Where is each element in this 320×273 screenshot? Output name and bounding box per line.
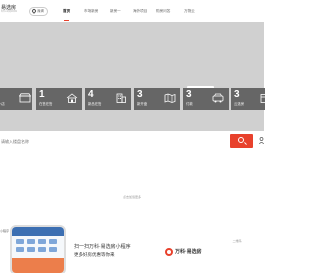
miniprogram-promo: 小程序 扫一扫万科·易选房小程序 更多好房优惠等你来 万科·易选房 二维码 [0,223,264,273]
phone-header-bar [12,227,64,236]
phone-app-tile [16,239,24,244]
calendar-icon [260,94,272,103]
stat-tile[interactable]: 3 云选房 [231,88,272,110]
phone-banner-strip [12,258,64,273]
logo-tagline: 有安心的选房体验 [1,11,18,13]
search-input[interactable] [0,134,226,148]
promo-line-1: 扫一扫万科·易选房小程序 [74,244,131,250]
search-icon [238,137,244,143]
map-icon [164,93,176,103]
phone-app-tile [16,247,24,252]
phone-app-tile [49,247,57,252]
building-icon [116,93,126,103]
promo-text: 扫一扫万科·易选房小程序 更多好房优惠等你来 [74,244,154,258]
brand-mark-icon [165,248,173,256]
phone-app-tile [38,239,46,244]
user-icon[interactable] [259,137,264,144]
nav-new-homes[interactable]: 新房一 [110,9,121,14]
stat-number: 3 [186,89,192,100]
phone-app-tile [38,247,46,252]
section-label: 小程序 [0,229,10,233]
stat-label: 付款 [186,102,193,106]
phone-mockup-image [10,225,66,273]
stat-tile[interactable]: 4 新品在售 [85,88,131,110]
phone-app-tile [27,239,35,244]
city-label: 深圳 [37,9,44,13]
stat-number: 4 [88,89,94,100]
hero-banner[interactable]: —— [0,22,264,146]
stat-tile[interactable]: 1 在售在售 [36,88,82,110]
stat-label: 新开盘 [137,102,148,106]
stat-label: 在售在售 [39,102,53,106]
stat-tile[interactable]: 3 付款 [183,88,229,110]
stats-strip: 小店 1 在售在售 4 新品在售 3 新开盘 [0,88,272,110]
qr-code-image: 二维码 [232,239,242,243]
nav-overseas[interactable]: 海外项目 [133,9,147,14]
stat-tile[interactable]: 3 新开盘 [134,88,180,110]
nav-market-new[interactable]: 市场新房 [84,9,98,14]
shop-icon [19,93,31,103]
car-icon [212,93,224,103]
site-header: 易选房 有安心的选房体验 深圳 首页 市场新房 新房一 海外项目 购房问答 万物… [0,0,264,24]
city-selector[interactable]: 深圳 [29,7,48,16]
search-button[interactable] [230,134,253,148]
phone-app-tile [49,239,57,244]
stat-label: 小店 [0,102,5,106]
stat-label: 新品在售 [88,102,102,106]
stat-label: 云选房 [234,102,245,106]
house-icon [66,93,78,103]
promo-line-2: 更多好房优惠等你来 [74,252,115,257]
stat-number: 3 [234,89,240,100]
brand-logo: 万科·易选房 [165,246,218,258]
stat-number: 1 [39,89,45,100]
nav-home[interactable]: 首页 [63,9,70,21]
load-more-link[interactable]: 点击加载更多 [0,195,264,199]
location-pin-icon [31,8,37,14]
site-logo[interactable]: 易选房 有安心的选房体验 [1,5,17,14]
search-bar [0,131,264,150]
stat-tile[interactable]: 小店 [0,88,32,110]
nav-wanwuyun[interactable]: 万物云 [184,9,195,14]
nav-qa[interactable]: 购房问答 [156,9,170,14]
stat-number: 3 [137,89,143,100]
phone-app-tile [27,247,35,252]
brand-name: 万科·易选房 [175,249,202,255]
